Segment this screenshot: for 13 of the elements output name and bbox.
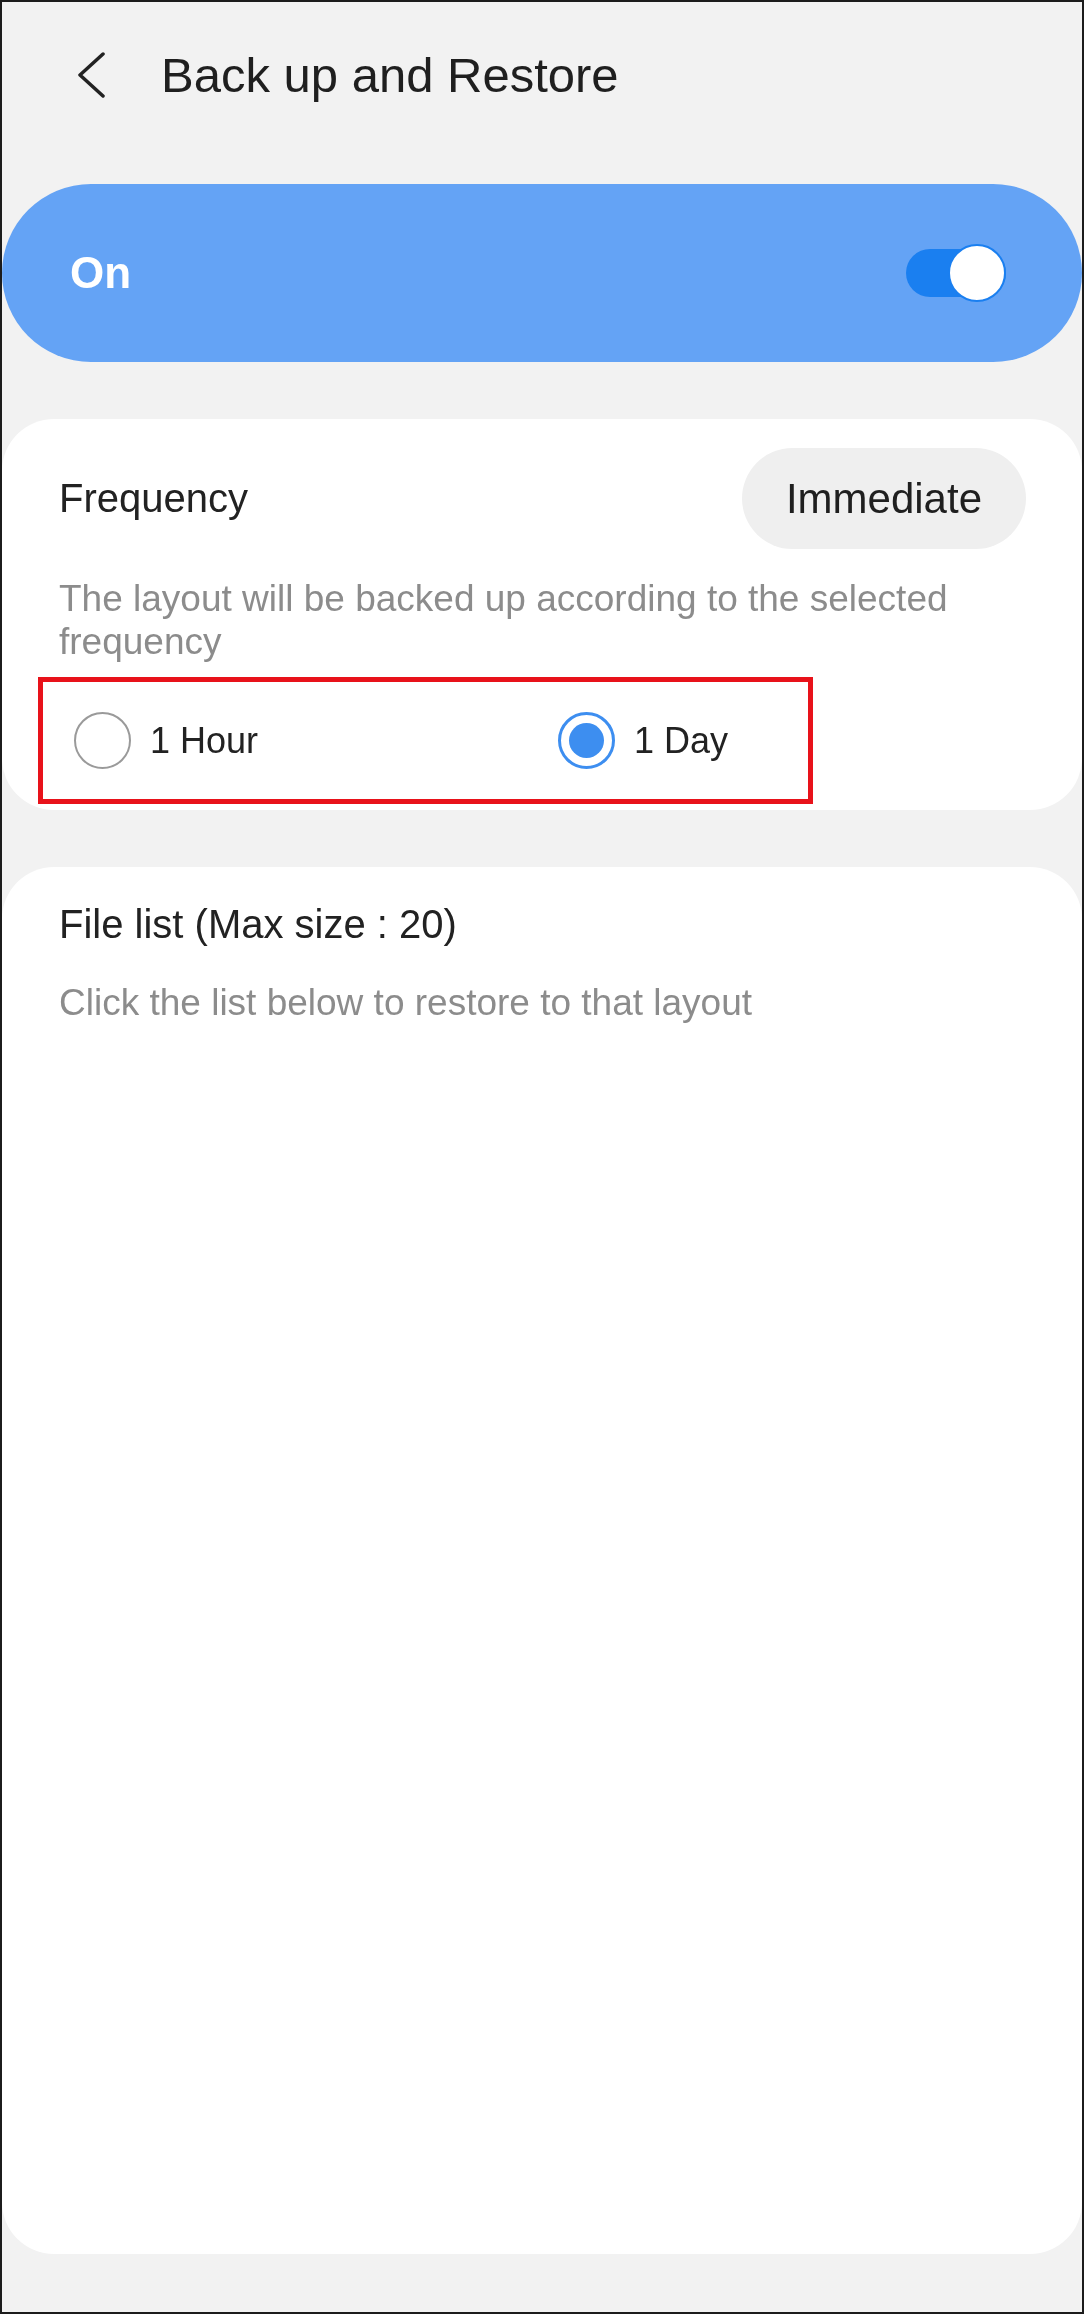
option-label[interactable]: 1 Day bbox=[634, 719, 729, 762]
back-icon[interactable] bbox=[76, 52, 106, 98]
toggle-switch[interactable] bbox=[906, 244, 1006, 302]
frequency-description: The layout will be backed up according to the selected frequency bbox=[59, 577, 949, 663]
radio-button[interactable] bbox=[74, 712, 131, 769]
file-list-title: File list (Max size : 20) bbox=[59, 901, 458, 947]
file-list-hint: Click the list below to restore to that layout bbox=[59, 981, 754, 1024]
frequency-value-button[interactable]: Immediate bbox=[741, 448, 1026, 549]
option-label[interactable]: 1 Hour bbox=[150, 719, 259, 762]
screen-title: Back up and Restore bbox=[161, 48, 619, 102]
switch-label: On bbox=[70, 248, 132, 298]
radio-button[interactable] bbox=[558, 712, 615, 769]
frequency-label: Frequency bbox=[59, 476, 248, 521]
